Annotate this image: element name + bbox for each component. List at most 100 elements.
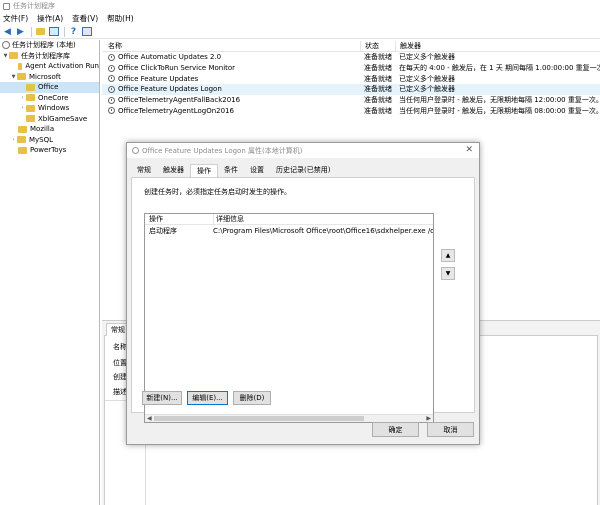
menu-bar: 文件(F) 操作(A) 查看(V) 帮助(H): [0, 12, 600, 24]
task-trigger: 已定义多个触发器: [399, 74, 455, 83]
title-bar: 任务计划程序: [0, 0, 600, 12]
forward-arrow-icon[interactable]: ▶: [15, 26, 26, 37]
folder-icon: [18, 125, 27, 133]
tab-general[interactable]: 常规: [131, 164, 157, 177]
tree-item-powertoys[interactable]: PowerToys: [0, 145, 99, 156]
horizontal-scrollbar[interactable]: ◀ ▶: [145, 414, 433, 422]
show-hide-action-pane-icon[interactable]: [81, 26, 92, 37]
expand-down-icon[interactable]: ▼: [2, 53, 9, 59]
close-icon[interactable]: ✕: [465, 145, 473, 155]
tab-history[interactable]: 历史记录(已禁用): [270, 164, 336, 177]
dialog-tabs: 常规 触发器 操作 条件 设置 历史记录(已禁用): [131, 164, 336, 178]
menu-help[interactable]: 帮助(H): [107, 13, 134, 24]
column-header-action[interactable]: 操作: [145, 214, 213, 224]
tree-item-label: Mozilla: [30, 125, 55, 134]
toolbar: ◀ ▶ ?: [0, 25, 600, 39]
folder-icon: [18, 146, 27, 154]
task-row[interactable]: Office Automatic Updates 2.0 准备就绪 已定义多个触…: [102, 52, 600, 63]
folder-icon: [18, 62, 23, 70]
tree-item-office[interactable]: Office: [0, 82, 99, 93]
help-icon[interactable]: ?: [68, 26, 79, 37]
tree-item-agent-activation-run[interactable]: Agent Activation Run: [0, 61, 99, 72]
expand-right-icon[interactable]: ›: [19, 95, 26, 101]
task-row-selected[interactable]: Office Feature Updates Logon 准备就绪 已定义多个触…: [102, 84, 600, 95]
toolbar-separator: [31, 26, 32, 37]
expand-right-icon[interactable]: ›: [19, 105, 26, 111]
task-status: 准备就绪: [364, 96, 392, 105]
scroll-right-icon[interactable]: ▶: [426, 415, 431, 422]
task-row[interactable]: Office ClickToRun Service Monitor 准备就绪 在…: [102, 63, 600, 74]
tree-item-windows[interactable]: › Windows: [0, 103, 99, 114]
task-clock-icon: [108, 53, 115, 61]
delete-action-button[interactable]: 删除(D): [233, 391, 271, 405]
column-header-status[interactable]: 状态: [360, 40, 395, 51]
tab-conditions[interactable]: 条件: [218, 164, 244, 177]
cancel-button[interactable]: 取消: [427, 422, 474, 437]
folder-icon: [26, 115, 35, 123]
action-type: 启动程序: [149, 226, 177, 235]
actions-tab-panel: 创建任务时，必须指定任务启动时发生的操作。 操作 详细信息 启动程序 C:\Pr…: [131, 177, 475, 423]
folder-icon: [26, 83, 35, 91]
dialog-title-bar: Office Feature Updates Logon 属性(本地计算机): [127, 143, 479, 158]
edit-action-button[interactable]: 编辑(E)...: [187, 391, 228, 405]
task-row[interactable]: OfficeTelemetryAgentLogOn2016 准备就绪 当任何用户…: [102, 105, 600, 116]
tree-item-label: OneCore: [38, 93, 69, 102]
column-header-details[interactable]: 详细信息: [213, 214, 433, 224]
menu-view[interactable]: 查看(V): [72, 13, 98, 24]
expand-down-icon[interactable]: ▼: [10, 74, 17, 80]
tree-item-xblgamesave[interactable]: XblGameSave: [0, 114, 99, 125]
task-clock-icon: [108, 85, 115, 93]
action-row[interactable]: 启动程序 C:\Program Files\Microsoft Office\r…: [145, 225, 433, 236]
task-name: Office Automatic Updates 2.0: [118, 53, 222, 62]
task-row[interactable]: Office Feature Updates 准备就绪 已定义多个触发器: [102, 73, 600, 84]
tree-item-label: Office: [38, 83, 59, 92]
column-header-trigger[interactable]: 触发器: [395, 40, 600, 51]
scrollbar-thumb[interactable]: [154, 416, 364, 421]
task-clock-icon: [108, 75, 115, 83]
task-status: 准备就绪: [364, 64, 392, 73]
tab-triggers[interactable]: 触发器: [157, 164, 190, 177]
task-status: 准备就绪: [364, 85, 392, 94]
actions-description: 创建任务时，必须指定任务启动时发生的操作。: [144, 188, 291, 196]
task-clock-icon: [132, 147, 139, 154]
folder-up-icon[interactable]: [35, 26, 46, 37]
ok-button[interactable]: 确定: [372, 422, 419, 437]
move-down-button[interactable]: ▼: [441, 267, 455, 280]
toolbar-separator: [64, 26, 65, 37]
menu-file[interactable]: 文件(F): [3, 13, 28, 24]
tab-actions[interactable]: 操作: [190, 164, 218, 178]
scroll-left-icon[interactable]: ◀: [147, 415, 152, 422]
tree-item-label: XblGameSave: [38, 114, 88, 123]
show-hide-console-tree-icon[interactable]: [48, 26, 59, 37]
folder-icon: [17, 73, 26, 81]
back-arrow-icon[interactable]: ◀: [2, 26, 13, 37]
tree-item-onecore[interactable]: › OneCore: [0, 93, 99, 104]
folder-icon: [17, 136, 26, 144]
folder-icon: [26, 104, 35, 112]
task-trigger: 当任何用户登录时 - 触发后，无限期地每隔 08:00:00 重复一次。: [399, 106, 600, 115]
console-tree: 任务计划程序 (本地) ▼ 任务计划程序库 Agent Activation R…: [0, 40, 100, 505]
task-name: Office Feature Updates Logon: [118, 85, 222, 94]
expand-right-icon[interactable]: ›: [10, 137, 17, 143]
new-action-button[interactable]: 新建(N)...: [142, 391, 182, 405]
move-up-button[interactable]: ▲: [441, 249, 455, 262]
tree-item-task-scheduler-local[interactable]: 任务计划程序 (本地): [0, 40, 99, 51]
menu-action[interactable]: 操作(A): [37, 13, 63, 24]
task-scheduler-icon: [2, 41, 10, 50]
task-status: 准备就绪: [364, 106, 392, 115]
tree-item-mysql[interactable]: › MySQL: [0, 135, 99, 146]
task-clock-icon: [108, 96, 115, 104]
tree-item-task-scheduler-library[interactable]: ▼ 任务计划程序库: [0, 51, 99, 62]
tree-item-microsoft[interactable]: ▼ Microsoft: [0, 72, 99, 83]
tab-settings[interactable]: 设置: [244, 164, 270, 177]
library-folder-icon: [9, 52, 18, 60]
task-trigger: 当任何用户登录时 - 触发后，无限期地每隔 12:00:00 重复一次。: [399, 96, 600, 105]
task-trigger: 已定义多个触发器: [399, 85, 455, 94]
column-header-name[interactable]: 名称: [102, 41, 360, 51]
task-list-header: 名称 状态 触发器: [102, 40, 600, 52]
tree-item-label: 任务计划程序 (本地): [12, 41, 76, 50]
action-details: C:\Program Files\Microsoft Office\root\O…: [213, 226, 433, 235]
task-row[interactable]: OfficeTelemetryAgentFallBack2016 准备就绪 当任…: [102, 95, 600, 106]
tree-item-mozilla[interactable]: Mozilla: [0, 124, 99, 135]
task-scheduler-icon: [3, 2, 10, 10]
